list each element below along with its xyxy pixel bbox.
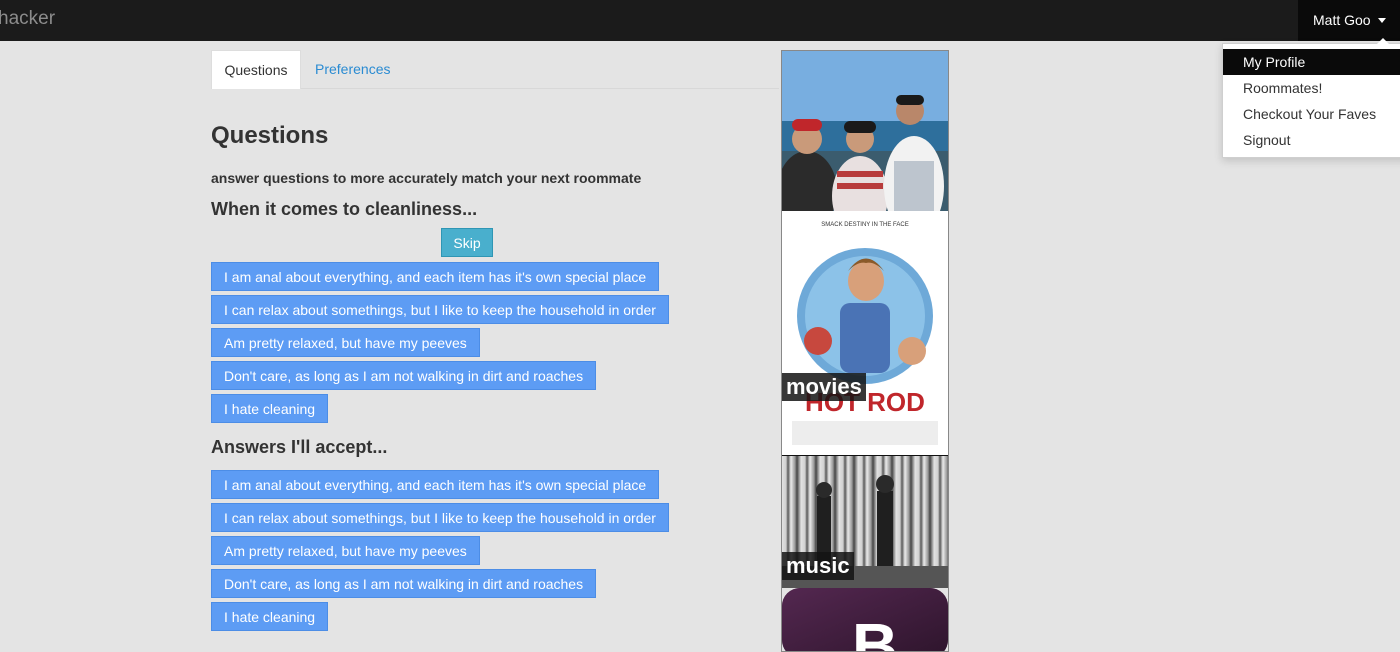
tab-questions[interactable]: Questions [211,50,301,89]
menu-item-signout[interactable]: Signout [1223,127,1400,153]
accept-heading: Answers I'll accept... [211,437,388,457]
category-label-music: music [782,552,854,580]
skip-button[interactable]: Skip [441,228,493,257]
question-heading: When it comes to cleanliness... [211,199,478,219]
app-icon-image[interactable]: B [782,588,948,652]
brand-logo[interactable]: hacker [0,8,55,30]
answer-option[interactable]: Don't care, as long as I am not walking … [211,361,597,390]
app-icon-art: B [782,588,948,652]
app-letter: B [852,610,898,652]
accept-option[interactable]: I can relax about somethings, but I like… [211,503,669,532]
music-image[interactable]: music [782,456,948,588]
user-menu-toggle[interactable]: Matt Goo [1298,0,1400,41]
page-subtitle: answer questions to more accurately matc… [211,170,642,186]
menu-item-my-profile[interactable]: My Profile [1223,49,1400,75]
menu-item-roommates[interactable]: Roommates! [1223,75,1400,101]
dropdown-arrow-icon [1377,38,1389,44]
movie-poster-art: SMACK DESTINY IN THE FACE HOT ROD [782,211,948,455]
menu-item-faves[interactable]: Checkout Your Faves [1223,101,1400,127]
poster-tagline: SMACK DESTINY IN THE FACE [821,222,908,228]
answer-option[interactable]: I am anal about everything, and each ite… [211,262,660,291]
profile-photo[interactable] [782,51,948,211]
category-label-movies: movies [782,373,866,401]
user-dropdown-menu: My Profile Roommates! Checkout Your Fave… [1222,38,1400,158]
user-name: Matt Goo [1313,12,1371,28]
profile-photo-art [782,51,948,211]
accept-option[interactable]: I hate cleaning [211,602,329,631]
movie-poster-image[interactable]: SMACK DESTINY IN THE FACE HOT ROD movies [782,211,948,455]
answer-option[interactable]: Am pretty relaxed, but have my peeves [211,328,480,357]
caret-down-icon [1378,18,1386,23]
accept-option[interactable]: I am anal about everything, and each ite… [211,470,660,499]
accept-option[interactable]: Am pretty relaxed, but have my peeves [211,536,480,565]
interest-image-column: SMACK DESTINY IN THE FACE HOT ROD movies… [781,50,949,652]
top-navbar: hacker Matt Goo [0,0,1400,41]
tab-bar: Questions Preferences [211,50,779,89]
page-title: Questions [211,122,329,149]
accept-option[interactable]: Don't care, as long as I am not walking … [211,569,597,598]
tab-preferences[interactable]: Preferences [315,50,390,88]
answer-option[interactable]: I hate cleaning [211,394,329,423]
answer-option[interactable]: I can relax about somethings, but I like… [211,295,669,324]
